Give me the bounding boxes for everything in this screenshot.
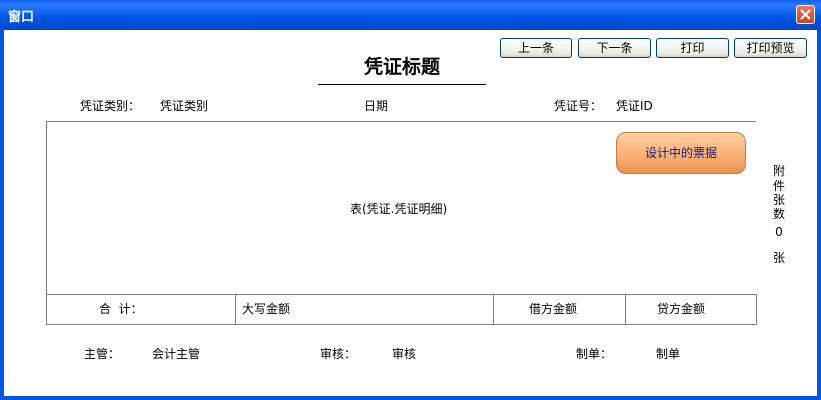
attachment-unit: 张 — [772, 251, 785, 265]
maker-value: 制单 — [656, 347, 681, 361]
title-bar[interactable]: 窗口 — [0, 0, 821, 30]
voucher-number-value: 凭证ID — [616, 99, 653, 113]
total-label: 合 计： — [99, 302, 143, 316]
voucher-type-label: 凭证类别： — [80, 99, 141, 113]
review-value: 审核 — [392, 347, 417, 361]
column-divider — [235, 295, 236, 325]
print-button[interactable]: 打印 — [656, 38, 729, 58]
window-title: 窗口 — [8, 10, 35, 25]
debit-amount: 借方金额 — [529, 302, 578, 316]
next-record-button[interactable]: 下一条 — [578, 38, 651, 58]
totals-row: 合 计： 大写金额 借方金额 贷方金额 — [46, 294, 757, 325]
uppercase-amount: 大写金额 — [242, 302, 291, 316]
supervisor-value: 会计主管 — [152, 347, 201, 361]
supervisor-label: 主管： — [84, 347, 121, 361]
close-icon — [800, 9, 811, 20]
column-divider — [625, 295, 626, 325]
prev-record-button[interactable]: 上一条 — [500, 38, 572, 58]
close-button[interactable] — [796, 5, 815, 24]
voucher-form: 上一条 下一条 打印 打印预览 凭证标题 凭证类别： 凭证类别 日期 凭证号： … — [4, 30, 817, 396]
design-bill-button[interactable]: 设计中的票据 — [616, 132, 746, 174]
window: 窗口 上一条 下一条 打印 打印预览 凭证标题 凭证类别： 凭证类别 日期 凭证… — [0, 0, 821, 400]
voucher-type-value: 凭证类别 — [160, 99, 209, 113]
voucher-title: 凭证标题 — [318, 52, 486, 85]
attachment-char: 数 — [772, 207, 785, 221]
voucher-number-label: 凭证号： — [554, 99, 603, 113]
print-preview-button[interactable]: 打印预览 — [734, 38, 807, 58]
credit-amount: 贷方金额 — [657, 302, 706, 316]
attachment-count: 0 — [775, 225, 783, 239]
review-label: 审核： — [320, 347, 357, 361]
date-label: 日期 — [364, 99, 389, 113]
maker-label: 制单： — [576, 347, 613, 361]
detail-table-placeholder: 表(凭证.凭证明细) — [350, 202, 448, 216]
column-divider — [493, 295, 494, 325]
